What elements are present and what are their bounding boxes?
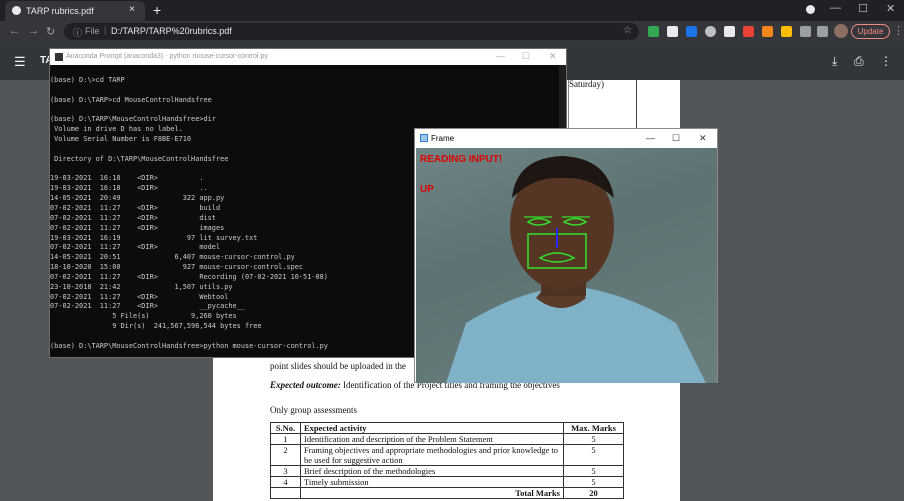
window-titlebar[interactable]: Frame — ☐ ✕ — [415, 129, 717, 148]
circle-extension-icon[interactable] — [705, 26, 716, 37]
puzzle-icon[interactable] — [800, 26, 811, 37]
tab-title: TARP rubrics.pdf — [26, 6, 94, 16]
reading-status-text: READING INPUT! — [420, 154, 503, 165]
pdf-text-line: point slides should be uploaded in the — [270, 361, 406, 371]
minimize-button[interactable]: — — [496, 51, 505, 61]
print-icon[interactable]: ⎙ — [854, 54, 864, 69]
table-total-row: Total Marks 20 — [270, 487, 624, 499]
red-extension-icon[interactable] — [743, 26, 754, 37]
new-tab-button[interactable]: + — [153, 2, 161, 18]
browser-tab[interactable]: TARP rubrics.pdf × — [5, 1, 145, 21]
reload-icon[interactable]: ↻ — [46, 25, 55, 38]
table-cell: 4 — [270, 476, 301, 488]
rubric-table: S.No. Expected activity Max. Marks 1 Ide… — [270, 422, 624, 499]
s-extension-icon[interactable] — [686, 26, 697, 37]
table-cell: Timely submission — [300, 476, 564, 488]
browser-toolbar: ← → ↻ ⓘ File | D:/TARP/TARP%20rubrics.pd… — [0, 21, 904, 42]
close-button[interactable]: ✕ — [699, 133, 707, 144]
console-line: (base) D:\TARP\MouseControlHandsfree>dir — [50, 115, 216, 124]
table-border — [636, 80, 637, 129]
table-cell: Identification and description of the Pr… — [300, 433, 564, 445]
window-app-icon — [420, 134, 428, 142]
forward-arrow-icon[interactable]: → — [28, 25, 39, 37]
globe-icon — [12, 6, 21, 15]
webcam-feed: READING INPUT! UP — [416, 148, 717, 383]
url-text: D:/TARP/TARP%20rubrics.pdf — [111, 26, 232, 36]
window-title: Anaconda Prompt (anaconda3) - python mou… — [66, 53, 268, 60]
webcam-image — [446, 156, 706, 383]
table-row: 4 Timely submission 5 — [270, 476, 624, 488]
kebab-menu-icon[interactable]: ⋮ — [893, 24, 904, 37]
column-header: Max. Marks — [563, 422, 624, 434]
table-cell: 2 — [270, 444, 301, 466]
expected-outcome-label: Expected outcome: — [270, 380, 341, 390]
yellow-extension-icon[interactable] — [781, 26, 792, 37]
pdf-text-line: Saturday) — [569, 79, 604, 89]
window-titlebar[interactable]: Anaconda Prompt (anaconda3) - python mou… — [50, 49, 566, 65]
frame-window[interactable]: Frame — ☐ ✕ READING INPUT! UP — [414, 128, 718, 383]
maximize-button[interactable]: ☐ — [672, 133, 680, 144]
fox-extension-icon[interactable] — [762, 26, 773, 37]
table-cell: 5 — [563, 433, 624, 445]
tab-search-icon[interactable] — [806, 5, 815, 14]
pdf-text-line: Only group assessments — [270, 405, 357, 415]
update-button[interactable]: Update — [851, 24, 890, 39]
table-header-row: S.No. Expected activity Max. Marks — [270, 422, 624, 434]
window-title: Frame — [431, 134, 455, 143]
table-row: 3 Brief description of the methodologies… — [270, 465, 624, 477]
menu-icon[interactable]: ☰ — [14, 54, 26, 70]
close-button[interactable]: ✕ — [549, 51, 557, 62]
close-button[interactable]: ✕ — [886, 2, 895, 15]
address-bar[interactable]: ⓘ File | D:/TARP/TARP%20rubrics.pdf ☆ — [64, 23, 639, 40]
table-cell: 3 — [270, 465, 301, 477]
minimize-button[interactable]: — — [830, 2, 841, 14]
bookmark-star-icon[interactable]: ☆ — [623, 25, 632, 36]
table-cell — [270, 487, 301, 499]
column-header: S.No. — [270, 422, 301, 434]
table-cell: 1 — [270, 433, 301, 445]
console-line: (base) D:\TARP>cd MouseControlHandsfree — [50, 95, 212, 104]
shield-extension-icon[interactable] — [648, 26, 659, 37]
download-icon[interactable]: ⤓ — [832, 54, 837, 69]
table-cell: 5 — [563, 465, 624, 477]
maximize-button[interactable]: ☐ — [522, 51, 530, 62]
direction-status-text: UP — [420, 184, 434, 195]
maximize-button[interactable]: ☐ — [858, 2, 868, 15]
tab-close-button[interactable]: × — [129, 4, 135, 15]
table-cell: 5 — [563, 476, 624, 488]
column-header: Expected activity — [300, 422, 564, 434]
table-cell: Brief description of the methodologies — [300, 465, 564, 477]
minimize-button[interactable]: — — [646, 133, 655, 143]
extension-icon[interactable] — [667, 26, 678, 37]
terminal-icon — [55, 53, 63, 61]
reading-list-icon[interactable] — [817, 26, 828, 37]
avatar[interactable] — [834, 24, 848, 38]
back-arrow-icon[interactable]: ← — [9, 25, 20, 37]
browser-tab-strip: TARP rubrics.pdf × + — ☐ ✕ — [0, 0, 904, 21]
table-row: 1 Identification and description of the … — [270, 433, 624, 445]
url-scheme-label: File — [85, 26, 100, 36]
table-row: 2 Framing objectives and appropriate met… — [270, 444, 624, 466]
table-cell: Framing objectives and appropriate metho… — [300, 444, 564, 466]
table-cell: 5 — [563, 444, 624, 466]
url-separator: | — [104, 25, 107, 35]
more-options-icon[interactable]: ⋮ — [880, 54, 892, 68]
console-line: (base) D:\>cd TARP — [50, 76, 125, 84]
gear-extension-icon[interactable] — [724, 26, 735, 37]
total-value: 20 — [563, 487, 624, 499]
info-icon[interactable]: ⓘ — [73, 26, 82, 39]
total-label: Total Marks — [300, 487, 564, 499]
